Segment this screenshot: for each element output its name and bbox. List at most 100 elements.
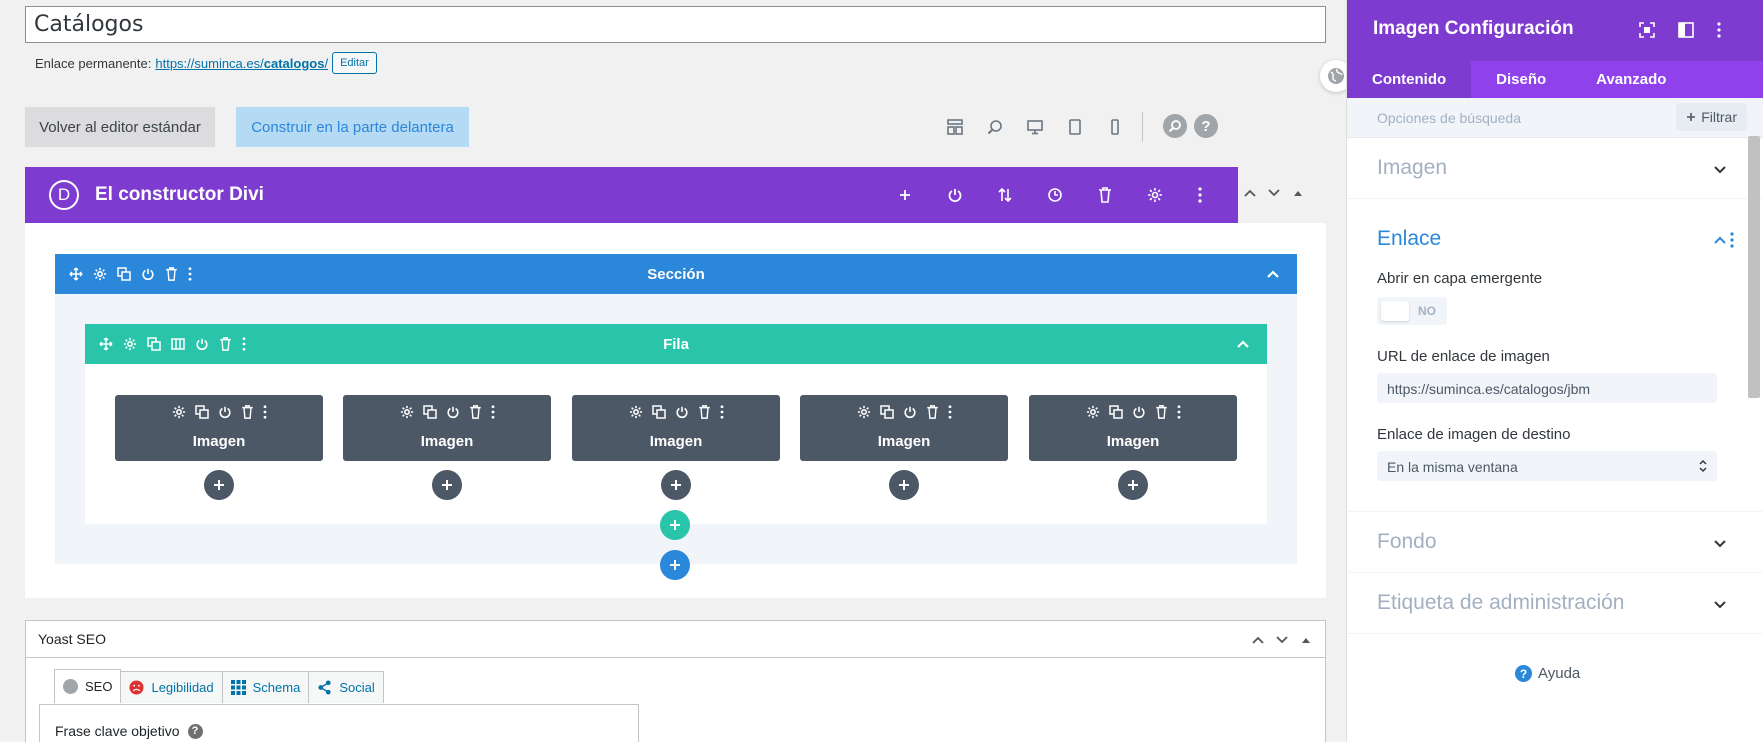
post-title-input[interactable]: [25, 6, 1326, 43]
image-module[interactable]: Imagen: [572, 395, 780, 461]
settings-gear-icon[interactable]: [93, 267, 107, 281]
move-icon[interactable]: [99, 337, 113, 351]
trash-icon[interactable]: [1155, 405, 1168, 419]
columns-icon[interactable]: [171, 337, 185, 351]
search-builder-icon[interactable]: [1163, 114, 1187, 138]
more-options-icon[interactable]: [948, 405, 952, 419]
chevron-up-icon[interactable]: [1233, 334, 1253, 354]
desktop-view-icon[interactable]: [1024, 116, 1046, 138]
history-clock-icon[interactable]: [1045, 185, 1065, 205]
trash-icon[interactable]: [165, 267, 178, 281]
help-link[interactable]: ? Ayuda: [1515, 665, 1580, 682]
phone-view-icon[interactable]: [1104, 116, 1126, 138]
panel-scrollbar[interactable]: [1748, 136, 1760, 398]
chevron-up-icon[interactable]: [1712, 232, 1728, 248]
trash-icon[interactable]: [698, 405, 711, 419]
zoom-view-icon[interactable]: [984, 116, 1006, 138]
trash-icon[interactable]: [469, 405, 482, 419]
collapse-triangle-icon[interactable]: [1291, 186, 1305, 200]
row-bar[interactable]: Fila: [85, 324, 1267, 364]
frontend-builder-button[interactable]: Construir en la parte delantera: [236, 107, 469, 147]
power-icon[interactable]: [1132, 405, 1146, 419]
trash-icon[interactable]: [1095, 185, 1115, 205]
power-icon[interactable]: [446, 405, 460, 419]
yoast-tab-social[interactable]: Social: [308, 671, 384, 703]
move-icon[interactable]: [69, 267, 83, 281]
split-view-icon[interactable]: [1678, 22, 1694, 38]
tab-contenido[interactable]: Contenido: [1347, 61, 1472, 98]
settings-gear-icon[interactable]: [400, 405, 414, 419]
add-section-button[interactable]: [660, 550, 690, 580]
chevron-down-icon[interactable]: [1712, 596, 1728, 612]
image-module[interactable]: Imagen: [115, 395, 323, 461]
add-module-button[interactable]: [661, 470, 691, 500]
add-module-button[interactable]: [889, 470, 919, 500]
url-input[interactable]: https://suminca.es/catalogos/jbm: [1377, 373, 1717, 403]
power-icon[interactable]: [903, 405, 917, 419]
options-search[interactable]: Opciones de búsqueda Filtrar: [1347, 98, 1763, 138]
question-icon[interactable]: ?: [187, 723, 203, 739]
settings-gear-icon[interactable]: [172, 405, 186, 419]
power-icon[interactable]: [195, 337, 209, 351]
duplicate-icon[interactable]: [422, 405, 437, 419]
standard-editor-button[interactable]: Volver al editor estándar: [25, 107, 215, 147]
more-options-icon[interactable]: [720, 405, 724, 419]
more-options-icon[interactable]: [242, 337, 246, 351]
builder-help-icon[interactable]: ?: [1194, 114, 1218, 138]
duplicate-icon[interactable]: [194, 405, 209, 419]
duplicate-icon[interactable]: [879, 405, 894, 419]
trash-icon[interactable]: [926, 405, 939, 419]
chevron-down-icon[interactable]: [1712, 161, 1728, 177]
group-fondo[interactable]: Fondo: [1347, 512, 1763, 573]
duplicate-icon[interactable]: [651, 405, 666, 419]
settings-gear-icon[interactable]: [1145, 185, 1165, 205]
group-imagen[interactable]: Imagen: [1347, 138, 1763, 199]
more-options-icon[interactable]: [1190, 185, 1210, 205]
group-etiqueta[interactable]: Etiqueta de administración: [1347, 573, 1763, 634]
image-module[interactable]: Imagen: [343, 395, 551, 461]
power-icon[interactable]: [218, 405, 232, 419]
yoast-tab-legibilidad[interactable]: Legibilidad: [120, 671, 223, 703]
settings-gear-icon[interactable]: [857, 405, 871, 419]
collapse-triangle-icon[interactable]: [1299, 633, 1313, 647]
chevron-up-icon[interactable]: [1263, 264, 1283, 284]
more-options-icon[interactable]: [1717, 22, 1721, 38]
more-options-icon[interactable]: [491, 405, 495, 419]
yoast-tab-schema[interactable]: Schema: [221, 671, 310, 703]
edit-permalink-button[interactable]: Editar: [332, 52, 377, 74]
chevron-down-icon[interactable]: [1712, 535, 1728, 551]
add-module-button[interactable]: [204, 470, 234, 500]
more-options-icon[interactable]: [1730, 232, 1734, 248]
duplicate-icon[interactable]: [147, 337, 161, 351]
sort-arrows-icon[interactable]: [995, 185, 1015, 205]
power-icon[interactable]: [675, 405, 689, 419]
add-row-button[interactable]: [660, 510, 690, 540]
move-up-icon[interactable]: [1251, 633, 1265, 647]
add-module-button[interactable]: [432, 470, 462, 500]
target-select[interactable]: En la misma ventana: [1377, 451, 1717, 481]
power-icon[interactable]: [945, 185, 965, 205]
more-options-icon[interactable]: [263, 405, 267, 419]
group-title-enlace[interactable]: Enlace: [1377, 227, 1441, 251]
more-options-icon[interactable]: [1177, 405, 1181, 419]
move-up-icon[interactable]: [1243, 186, 1257, 200]
fullscreen-icon[interactable]: [1639, 22, 1655, 38]
settings-gear-icon[interactable]: [629, 405, 643, 419]
add-module-button[interactable]: [1118, 470, 1148, 500]
yoast-tab-seo[interactable]: SEO: [54, 669, 122, 703]
power-icon[interactable]: [141, 267, 155, 281]
settings-gear-icon[interactable]: [1086, 405, 1100, 419]
tab-avanzado[interactable]: Avanzado: [1571, 61, 1691, 98]
add-icon[interactable]: [895, 185, 915, 205]
trash-icon[interactable]: [241, 405, 254, 419]
duplicate-icon[interactable]: [117, 267, 131, 281]
trash-icon[interactable]: [219, 337, 232, 351]
settings-gear-icon[interactable]: [123, 337, 137, 351]
wireframe-view-icon[interactable]: [944, 116, 966, 138]
more-options-icon[interactable]: [188, 267, 192, 281]
popup-toggle[interactable]: NO: [1377, 297, 1447, 325]
tab-diseno[interactable]: Diseño: [1471, 61, 1571, 98]
image-module[interactable]: Imagen: [1029, 395, 1237, 461]
section-bar[interactable]: Sección: [55, 254, 1297, 294]
image-module[interactable]: Imagen: [800, 395, 1008, 461]
